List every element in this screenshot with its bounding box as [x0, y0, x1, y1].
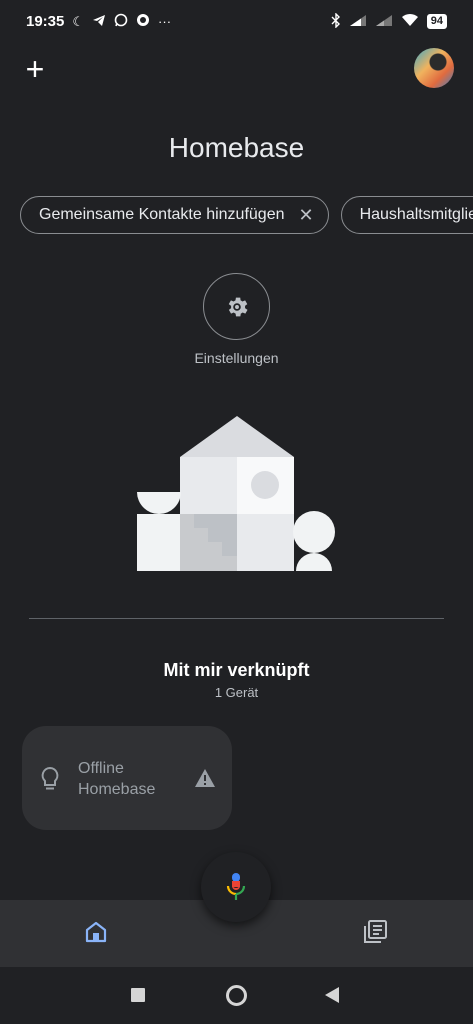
- page-title: Homebase: [168, 132, 305, 163]
- status-bar: 19:35 ☾ ··· 94: [0, 0, 473, 42]
- device-name: Offline Homebase: [78, 760, 156, 798]
- recents-icon[interactable]: [131, 988, 145, 1002]
- gear-icon: [228, 297, 248, 316]
- lightbulb-icon: [41, 766, 59, 790]
- bluetooth-icon: [331, 11, 341, 30]
- telegram-icon: [92, 14, 106, 29]
- back-icon[interactable]: [325, 987, 339, 1003]
- chip-label: Gemeinsame Kontakte hinzufügen: [39, 206, 285, 223]
- moon-icon: ☾: [72, 13, 85, 29]
- warning-icon: [195, 769, 215, 787]
- signal-icon: [136, 13, 150, 29]
- avatar[interactable]: [414, 48, 454, 88]
- add-button[interactable]: +: [18, 52, 52, 86]
- wifi-icon: [401, 13, 419, 29]
- home-icon[interactable]: [84, 920, 108, 944]
- whatsapp-icon: [114, 13, 128, 29]
- cell-signal-icon: [375, 14, 393, 29]
- home-illustration: [137, 416, 335, 571]
- close-icon[interactable]: ✕: [298, 205, 313, 226]
- status-time: 19:35: [26, 12, 65, 30]
- chip-add-shared-contacts[interactable]: Gemeinsame Kontakte hinzufügen ✕: [20, 196, 329, 234]
- chip-add-household-member[interactable]: Haushaltsmitglied hinzufügen: [340, 196, 473, 234]
- feed-icon[interactable]: [362, 919, 388, 945]
- chip-label: Haushaltsmitglied hinzufügen: [359, 206, 473, 223]
- settings-label: Einstellungen: [194, 350, 279, 366]
- voice-assistant-button[interactable]: [201, 852, 271, 922]
- battery-indicator: 94: [426, 13, 447, 29]
- linked-section-title: Mit mir verknüpft: [163, 660, 310, 680]
- device-card[interactable]: Offline Homebase: [22, 726, 232, 830]
- cell-signal-icon: [349, 14, 367, 29]
- action-chips: Gemeinsame Kontakte hinzufügen ✕ Haushal…: [20, 196, 473, 234]
- system-navigation-bar: [0, 967, 473, 1024]
- more-notifications-icon: ···: [158, 13, 172, 29]
- home-system-icon[interactable]: [226, 985, 247, 1006]
- settings-button[interactable]: [203, 273, 270, 340]
- microphone-icon: [226, 873, 246, 900]
- divider: [29, 618, 444, 619]
- linked-device-count: 1 Gerät: [214, 685, 259, 700]
